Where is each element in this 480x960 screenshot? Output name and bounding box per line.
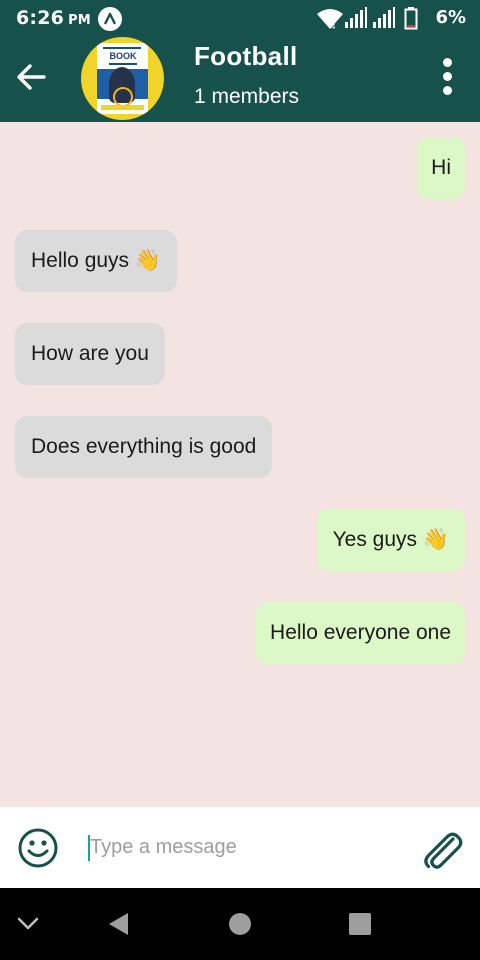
battery-percent: 6% [435, 7, 466, 28]
message-bubble-outgoing[interactable]: Hi [417, 137, 465, 199]
chat-title[interactable]: Football [194, 40, 298, 72]
arrow-left-icon[interactable] [14, 60, 48, 94]
chevron-down-icon[interactable] [16, 914, 40, 934]
message-bubble-outgoing[interactable]: Hello everyone one [256, 602, 465, 664]
status-time-value: 6:26 [16, 7, 65, 29]
top-header: 6:26 PM 4 6% BOOK Football 1 members [0, 0, 480, 122]
status-right: 4 6% [316, 6, 466, 30]
battery-icon [404, 7, 418, 30]
message-composer [0, 807, 480, 888]
group-avatar[interactable]: BOOK [81, 37, 164, 120]
notification-app-icon [98, 7, 122, 31]
wifi-icon: 4 [317, 9, 343, 30]
signal-1-icon [345, 7, 367, 28]
message-bubble-incoming[interactable]: How are you [15, 323, 165, 385]
smiley-icon[interactable] [17, 827, 59, 869]
paperclip-icon[interactable] [420, 829, 464, 873]
message-input[interactable] [86, 827, 400, 867]
status-bar: 6:26 PM 4 6% [0, 0, 480, 36]
back-triangle-icon[interactable] [106, 910, 132, 938]
chat-subtitle: 1 members [194, 85, 300, 108]
message-bubble-incoming[interactable]: Hello guys 👋 [15, 230, 178, 292]
more-vert-icon[interactable] [436, 56, 460, 98]
home-circle-icon[interactable] [227, 911, 253, 937]
recents-square-icon[interactable] [347, 911, 373, 937]
system-nav-bar [0, 888, 480, 960]
text-caret [88, 835, 90, 861]
avatar-poster-image: BOOK [97, 43, 148, 114]
status-time: 6:26 PM [16, 7, 91, 29]
status-time-ampm: PM [68, 13, 91, 28]
svg-text:4: 4 [331, 23, 336, 30]
avatar-poster-text: BOOK [109, 51, 137, 61]
message-bubble-incoming[interactable]: Does everything is good [15, 416, 273, 478]
message-bubble-outgoing[interactable]: Yes guys 👋 [316, 509, 465, 571]
signal-2-icon [373, 7, 395, 28]
